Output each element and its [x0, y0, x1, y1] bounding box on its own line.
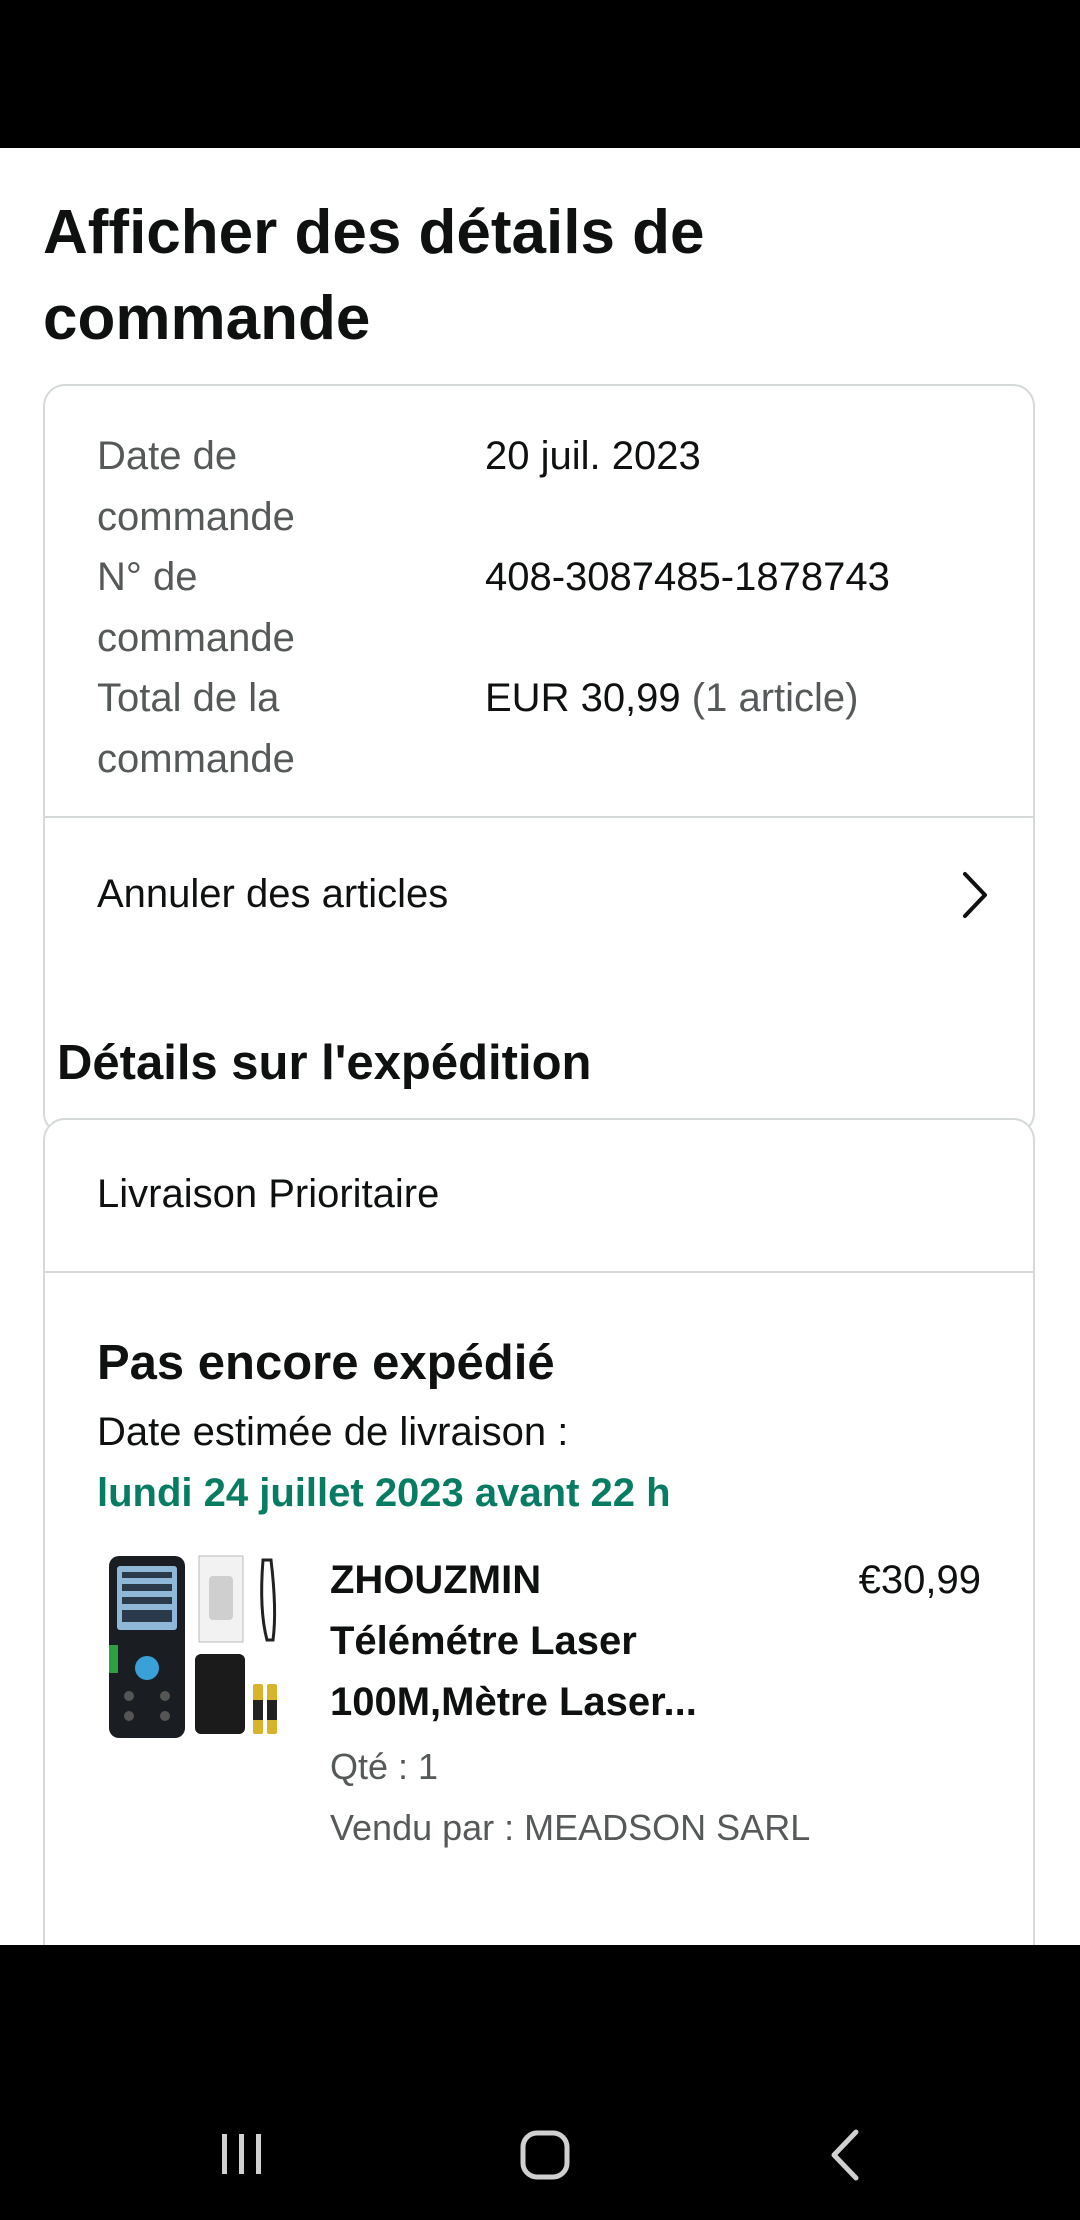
shipping-section-title: Détails sur l'expédition	[57, 1036, 592, 1090]
product-name-line: 100M,Mètre Laser...	[330, 1680, 697, 1724]
back-icon[interactable]	[800, 2120, 890, 2190]
chevron-right-icon	[963, 872, 987, 918]
shipping-status: Pas encore expédié	[97, 1336, 555, 1390]
product-name-line: Télémétre Laser	[330, 1619, 637, 1663]
order-summary-rows: Date de commande 20 juil. 2023 N° de com…	[97, 426, 997, 789]
order-number-value: 408-3087485-1878743	[485, 555, 890, 599]
order-details-page: Afficher des détails de commande Date de…	[0, 148, 1080, 1945]
order-total-label: Total de la commande	[97, 676, 295, 781]
estimated-delivery-label: Date estimée de livraison :	[97, 1410, 569, 1454]
order-total-amount: EUR 30,99	[485, 676, 681, 720]
order-item-count: (1 article)	[691, 676, 859, 720]
order-date-value: 20 juil. 2023	[485, 434, 701, 478]
cancel-items-label: Annuler des articles	[97, 872, 449, 916]
cancel-items-button[interactable]: Annuler des articles	[45, 818, 1033, 973]
shipping-method: Livraison Prioritaire	[97, 1172, 440, 1216]
order-total-value: EUR 30,99 (1 article)	[485, 668, 1005, 729]
page-title: Afficher des détails de commande	[43, 198, 705, 353]
home-icon[interactable]	[500, 2120, 590, 2190]
recent-apps-icon[interactable]	[196, 2120, 286, 2190]
shipping-details-card: Livraison Prioritaire Pas encore expédié…	[43, 1118, 1035, 1945]
product-price: €30,99	[858, 1558, 981, 1602]
divider	[45, 1271, 1033, 1273]
product-image[interactable]	[105, 1550, 285, 1740]
order-date-row: Date de commande 20 juil. 2023	[97, 426, 997, 547]
order-date-label: Date de commande	[97, 434, 295, 539]
product-quantity: Qté : 1	[330, 1746, 439, 1787]
estimated-delivery-date: lundi 24 juillet 2023 avant 22 h	[97, 1471, 671, 1515]
status-bar	[0, 0, 1080, 148]
product-title-link[interactable]: ZHOUZMIN Télémétre Laser 100M,Mètre Lase…	[330, 1550, 810, 1733]
order-summary-card: Date de commande 20 juil. 2023 N° de com…	[43, 384, 1035, 1135]
product-seller: Vendu par : MEADSON SARL	[330, 1807, 811, 1848]
order-number-label: N° de commande	[97, 555, 295, 660]
order-total-row: Total de la commande EUR 30,99 (1 articl…	[97, 668, 997, 789]
product-brand: ZHOUZMIN	[330, 1558, 542, 1602]
order-number-row: N° de commande 408-3087485-1878743	[97, 547, 997, 668]
